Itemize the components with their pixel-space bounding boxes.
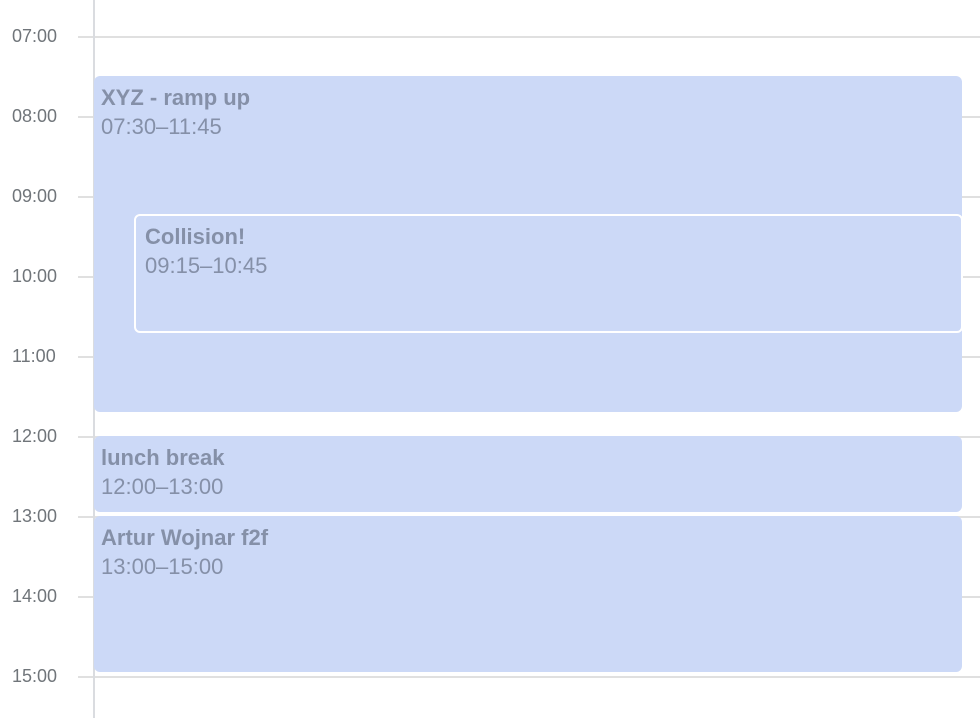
event-time: 12:00–13:00 (101, 474, 224, 499)
time-label-1500: 15:00 (12, 666, 58, 686)
event-artur-wojnar-f2f[interactable]: Artur Wojnar f2f 13:00–15:00 (94, 516, 962, 672)
event-title: lunch break (101, 445, 225, 470)
event-time: 13:00–15:00 (101, 554, 224, 579)
event-time: 09:15–10:45 (145, 253, 268, 278)
time-label-1000: 10:00 (12, 266, 58, 286)
event-lunch-break[interactable]: lunch break 12:00–13:00 (94, 436, 962, 512)
event-title: Artur Wojnar f2f (101, 525, 269, 550)
time-label-0700: 07:00 (12, 26, 58, 46)
time-label-0800: 08:00 (12, 106, 58, 126)
time-label-1200: 12:00 (12, 426, 58, 446)
time-label-0900: 09:00 (12, 186, 58, 206)
hour-gridline (78, 36, 980, 38)
time-label-1300: 13:00 (12, 506, 58, 526)
event-time: 07:30–11:45 (101, 114, 222, 139)
event-collision[interactable]: Collision! 09:15–10:45 (134, 214, 963, 333)
event-title: XYZ - ramp up (101, 85, 251, 110)
calendar-day-view: 07:00 08:00 09:00 10:00 11:00 12:00 13:0… (0, 0, 980, 718)
time-label-1400: 14:00 (12, 586, 58, 606)
time-label-1100: 11:00 (12, 346, 56, 366)
hour-gridline (78, 676, 980, 678)
event-title: Collision! (145, 224, 246, 249)
